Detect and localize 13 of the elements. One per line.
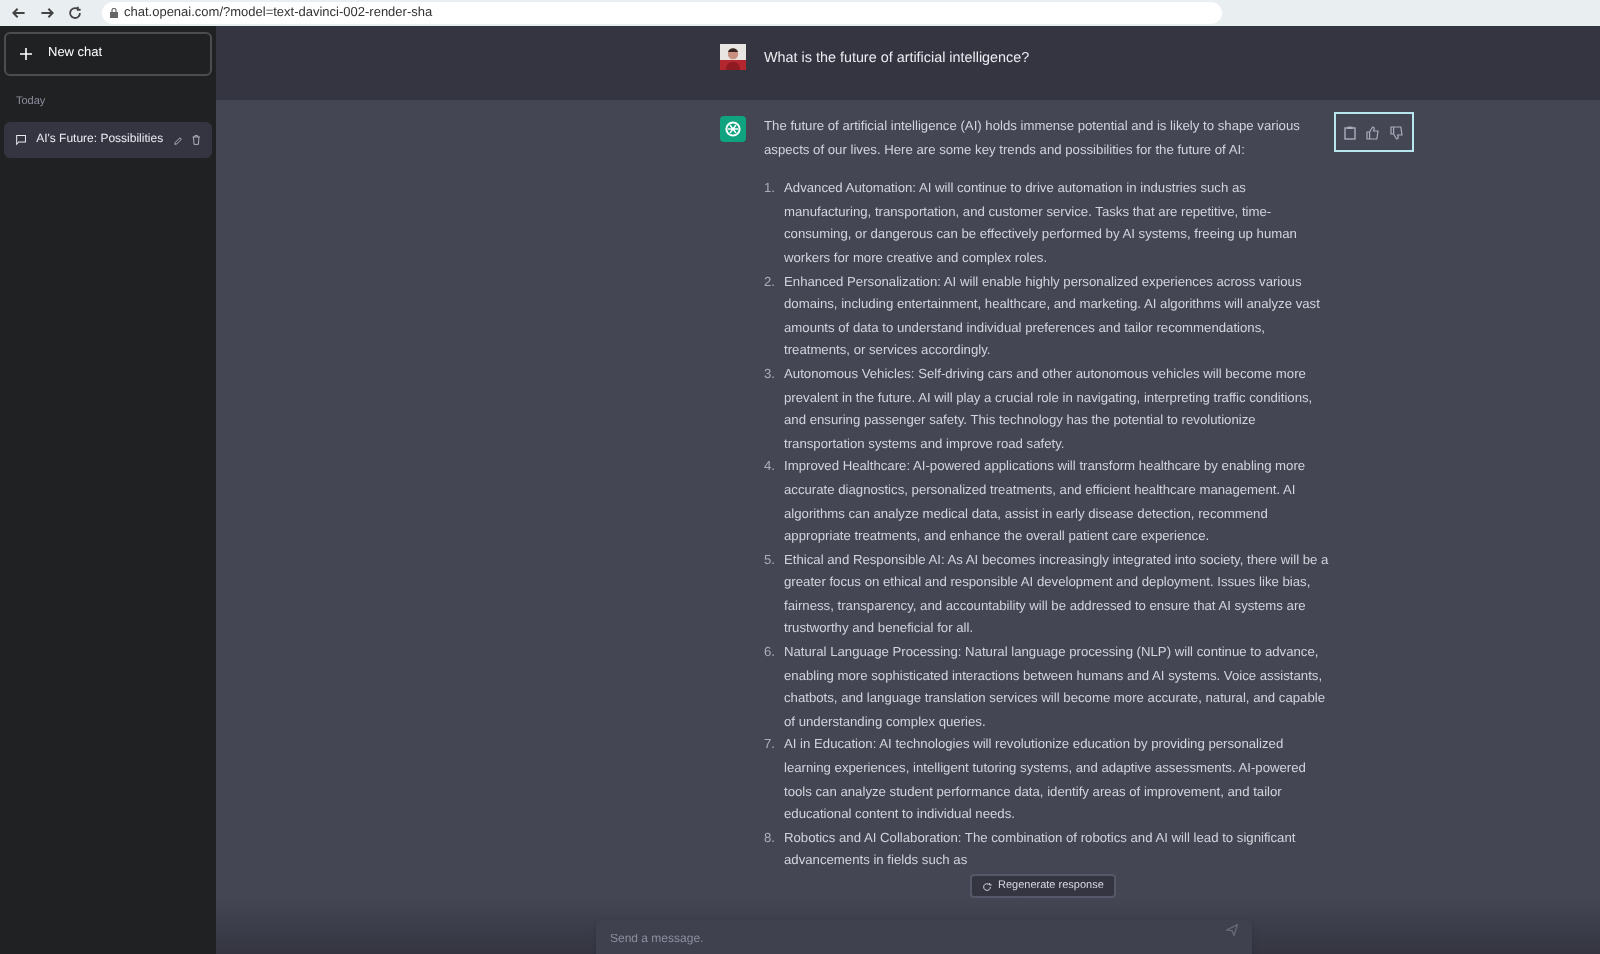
assistant-logo-icon	[720, 116, 746, 142]
edit-icon[interactable]	[173, 135, 182, 146]
lock-icon	[110, 8, 118, 18]
thumbs-down-icon[interactable]	[1390, 125, 1404, 139]
trash-icon[interactable]	[191, 134, 201, 147]
chat-bubble-icon	[16, 134, 27, 147]
thumbs-up-icon[interactable]	[1366, 125, 1380, 139]
copy-icon[interactable]	[1344, 125, 1356, 139]
plus-icon	[20, 48, 32, 60]
refresh-icon	[982, 881, 992, 891]
reload-icon[interactable]	[68, 6, 82, 20]
forward-icon[interactable]	[40, 6, 54, 20]
back-icon[interactable]	[12, 6, 26, 20]
